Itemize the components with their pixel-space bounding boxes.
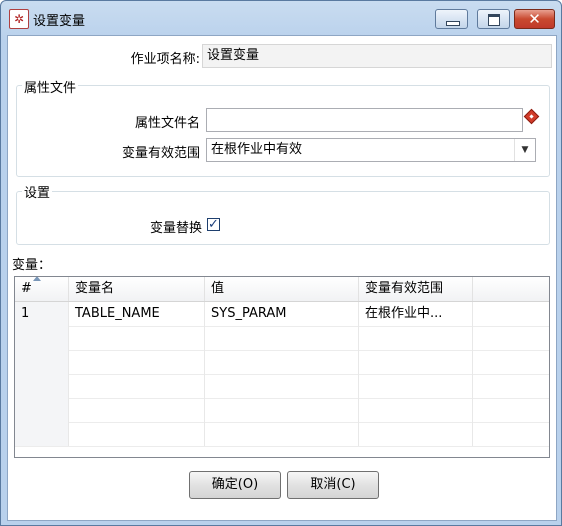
cell-variable-value[interactable] bbox=[205, 398, 359, 422]
row-number bbox=[15, 350, 69, 374]
dialog-window: ✲ 设置变量 ✕ 作业项名称: 设置变量 属性文件 属性文件名 变量有效范围 在… bbox=[0, 0, 562, 526]
cell-variable-scope[interactable] bbox=[359, 422, 473, 446]
row-number bbox=[15, 374, 69, 398]
variable-replace-checkbox[interactable]: ✓ bbox=[207, 218, 220, 231]
maximize-button[interactable] bbox=[477, 9, 510, 29]
cancel-button[interactable]: 取消(C) bbox=[287, 471, 379, 499]
variables-label: 变量： bbox=[12, 258, 52, 273]
checkmark-icon: ✓ bbox=[208, 217, 219, 232]
table-header: # 变量名 值 变量有效范围 bbox=[15, 277, 549, 302]
close-icon: ✕ bbox=[528, 10, 541, 28]
cell-variable-name[interactable] bbox=[69, 398, 205, 422]
title-bar[interactable]: ✲ 设置变量 ✕ bbox=[1, 1, 561, 35]
cell-variable-name[interactable]: TABLE_NAME bbox=[69, 302, 205, 326]
sort-ascending-icon bbox=[33, 277, 41, 281]
properties-group-title: 属性文件 bbox=[22, 77, 79, 96]
dialog-content: 作业项名称: 设置变量 属性文件 属性文件名 变量有效范围 在根作业中有效 ▼ … bbox=[7, 35, 557, 521]
job-name-label: 作业项名称: bbox=[130, 52, 200, 67]
job-name-input[interactable]: 设置变量 bbox=[202, 44, 552, 68]
ok-button[interactable]: 确定(O) bbox=[189, 471, 281, 499]
minimize-icon bbox=[446, 21, 460, 26]
column-header-num[interactable]: # bbox=[15, 277, 69, 301]
row-number bbox=[15, 422, 69, 446]
column-header-scope[interactable]: 变量有效范围 bbox=[359, 277, 473, 301]
cell-variable-value[interactable] bbox=[205, 326, 359, 350]
row-number bbox=[15, 326, 69, 350]
table-row[interactable] bbox=[15, 398, 549, 423]
variable-replace-label: 变量替换 bbox=[149, 221, 202, 236]
cell-variable-name[interactable] bbox=[69, 350, 205, 374]
maximize-icon bbox=[488, 14, 500, 26]
cell-variable-name[interactable] bbox=[69, 374, 205, 398]
table-row[interactable] bbox=[15, 374, 549, 399]
table-row[interactable] bbox=[15, 422, 549, 447]
cell-variable-scope[interactable] bbox=[359, 374, 473, 398]
row-number bbox=[15, 398, 69, 422]
minimize-button[interactable] bbox=[435, 9, 468, 29]
scope-selected-value: 在根作业中有效 bbox=[211, 142, 303, 157]
close-button[interactable]: ✕ bbox=[514, 9, 555, 29]
cell-variable-scope[interactable] bbox=[359, 326, 473, 350]
cell-variable-value[interactable]: SYS_PARAM bbox=[205, 302, 359, 326]
table-row[interactable] bbox=[15, 350, 549, 375]
app-icon: ✲ bbox=[9, 9, 29, 29]
chevron-down-icon[interactable]: ▼ bbox=[514, 139, 535, 161]
cell-variable-value[interactable] bbox=[205, 350, 359, 374]
cell-variable-name[interactable] bbox=[69, 422, 205, 446]
cell-variable-value[interactable] bbox=[205, 374, 359, 398]
column-header-value[interactable]: 值 bbox=[205, 277, 359, 301]
cell-variable-scope[interactable]: 在根作业中... bbox=[359, 302, 473, 326]
cell-variable-name[interactable] bbox=[69, 326, 205, 350]
variables-table: # 变量名 值 变量有效范围 1 TABLE_NAME SYS_PARAM 在根… bbox=[14, 276, 550, 458]
column-header-name[interactable]: 变量名 bbox=[69, 277, 205, 301]
properties-file-input[interactable] bbox=[206, 108, 523, 132]
window-title: 设置变量 bbox=[33, 14, 86, 29]
cell-variable-scope[interactable] bbox=[359, 350, 473, 374]
table-row[interactable] bbox=[15, 326, 549, 351]
cell-variable-value[interactable] bbox=[205, 422, 359, 446]
row-number: 1 bbox=[15, 302, 69, 326]
scope-label: 变量有效范围 bbox=[121, 146, 200, 161]
scope-select[interactable]: 在根作业中有效 ▼ bbox=[206, 138, 536, 162]
settings-group-title: 设置 bbox=[22, 182, 53, 201]
properties-file-label: 属性文件名 bbox=[134, 116, 200, 131]
table-row[interactable]: 1 TABLE_NAME SYS_PARAM 在根作业中... bbox=[15, 302, 549, 327]
cell-variable-scope[interactable] bbox=[359, 398, 473, 422]
